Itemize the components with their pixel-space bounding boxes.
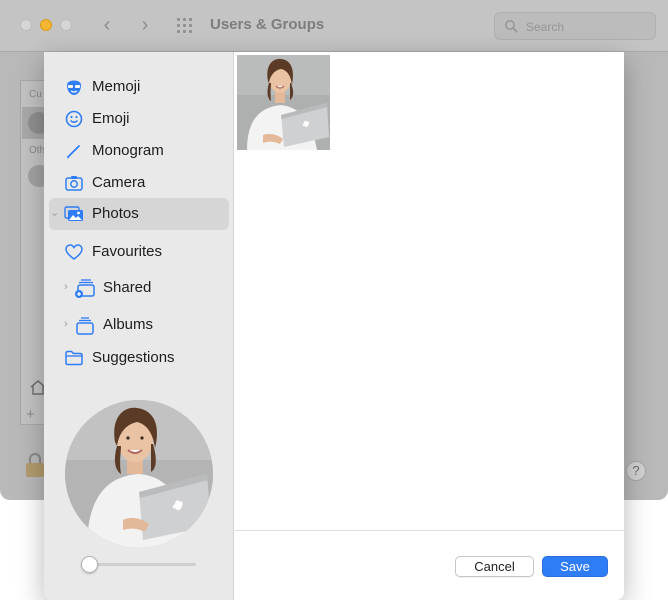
search-icon (505, 20, 518, 33)
sidebar-item-camera[interactable]: Camera (49, 167, 229, 199)
thumbnail-image (237, 55, 330, 150)
sidebar-item-emoji[interactable]: Emoji (49, 103, 229, 135)
zoom-window-button[interactable] (60, 19, 72, 31)
chevron-right-icon[interactable]: › (64, 319, 68, 330)
monogram-pen-icon (67, 145, 80, 159)
sidebar-item-label: Monogram (92, 142, 164, 159)
window-title: Users & Groups (210, 16, 325, 33)
chevron-down-icon[interactable]: › (48, 213, 60, 217)
sidebar-item-monogram[interactable]: Monogram (49, 135, 229, 167)
photo-grid (235, 52, 624, 530)
other-users-section-label: Oth (29, 145, 46, 156)
emoji-icon (65, 110, 83, 128)
camera-icon (65, 176, 83, 191)
sidebar-item-label: Emoji (92, 110, 130, 127)
sidebar-item-label: Camera (92, 174, 146, 191)
sidebar-item-albums[interactable]: › Albums (49, 309, 229, 341)
photo-thumbnail[interactable] (237, 55, 330, 150)
heart-icon (65, 244, 83, 260)
picture-picker-sheet: Memoji Emoji Monogram Camera › Photos Fa… (44, 52, 624, 600)
sidebar-item-suggestions[interactable]: Suggestions (49, 342, 229, 374)
sheet-footer: Cancel Save (235, 530, 624, 600)
avatar-preview[interactable] (65, 400, 213, 548)
show-all-grid-icon[interactable] (176, 17, 194, 35)
window-titlebar: ‹ › Users & Groups Search (0, 0, 668, 52)
picker-sidebar: Memoji Emoji Monogram Camera › Photos Fa… (44, 52, 234, 600)
sidebar-item-label: Favourites (92, 243, 163, 260)
current-user-section-label: Cu (29, 89, 42, 100)
search-placeholder: Search (526, 20, 565, 34)
sidebar-item-photos[interactable]: › Photos (48, 198, 229, 230)
save-button[interactable]: Save (542, 556, 608, 577)
chevron-right-icon[interactable]: › (134, 14, 156, 36)
sidebar-item-label: Suggestions (92, 349, 175, 366)
sidebar-item-label: Photos (92, 205, 139, 222)
chevron-left-icon[interactable]: ‹ (96, 14, 118, 36)
chevron-right-icon[interactable]: › (64, 282, 68, 293)
sidebar-item-favourites[interactable]: Favourites (49, 236, 229, 268)
albums-icon (76, 317, 94, 335)
folder-icon (65, 350, 83, 366)
memoji-icon (67, 80, 81, 95)
minimize-window-button[interactable] (40, 19, 52, 31)
sidebar-item-label: Memoji (92, 78, 141, 95)
sidebar-item-label: Shared (103, 279, 152, 296)
zoom-slider-track[interactable] (88, 563, 196, 566)
close-window-button[interactable] (20, 19, 32, 31)
profile-photo-image (65, 400, 213, 548)
sidebar-item-label: Albums (103, 316, 154, 333)
sidebar-item-shared[interactable]: › Shared (49, 272, 229, 304)
add-user-button[interactable]: + (26, 406, 35, 423)
lock-icon[interactable] (24, 452, 46, 478)
zoom-slider-thumb[interactable] (81, 556, 98, 573)
shared-albums-icon (75, 279, 95, 298)
photos-icon (64, 206, 83, 221)
sidebar-item-memoji[interactable]: Memoji (49, 71, 229, 103)
cancel-button[interactable]: Cancel (455, 556, 534, 577)
help-button[interactable]: ? (626, 461, 646, 481)
search-field[interactable]: Search (494, 12, 656, 40)
